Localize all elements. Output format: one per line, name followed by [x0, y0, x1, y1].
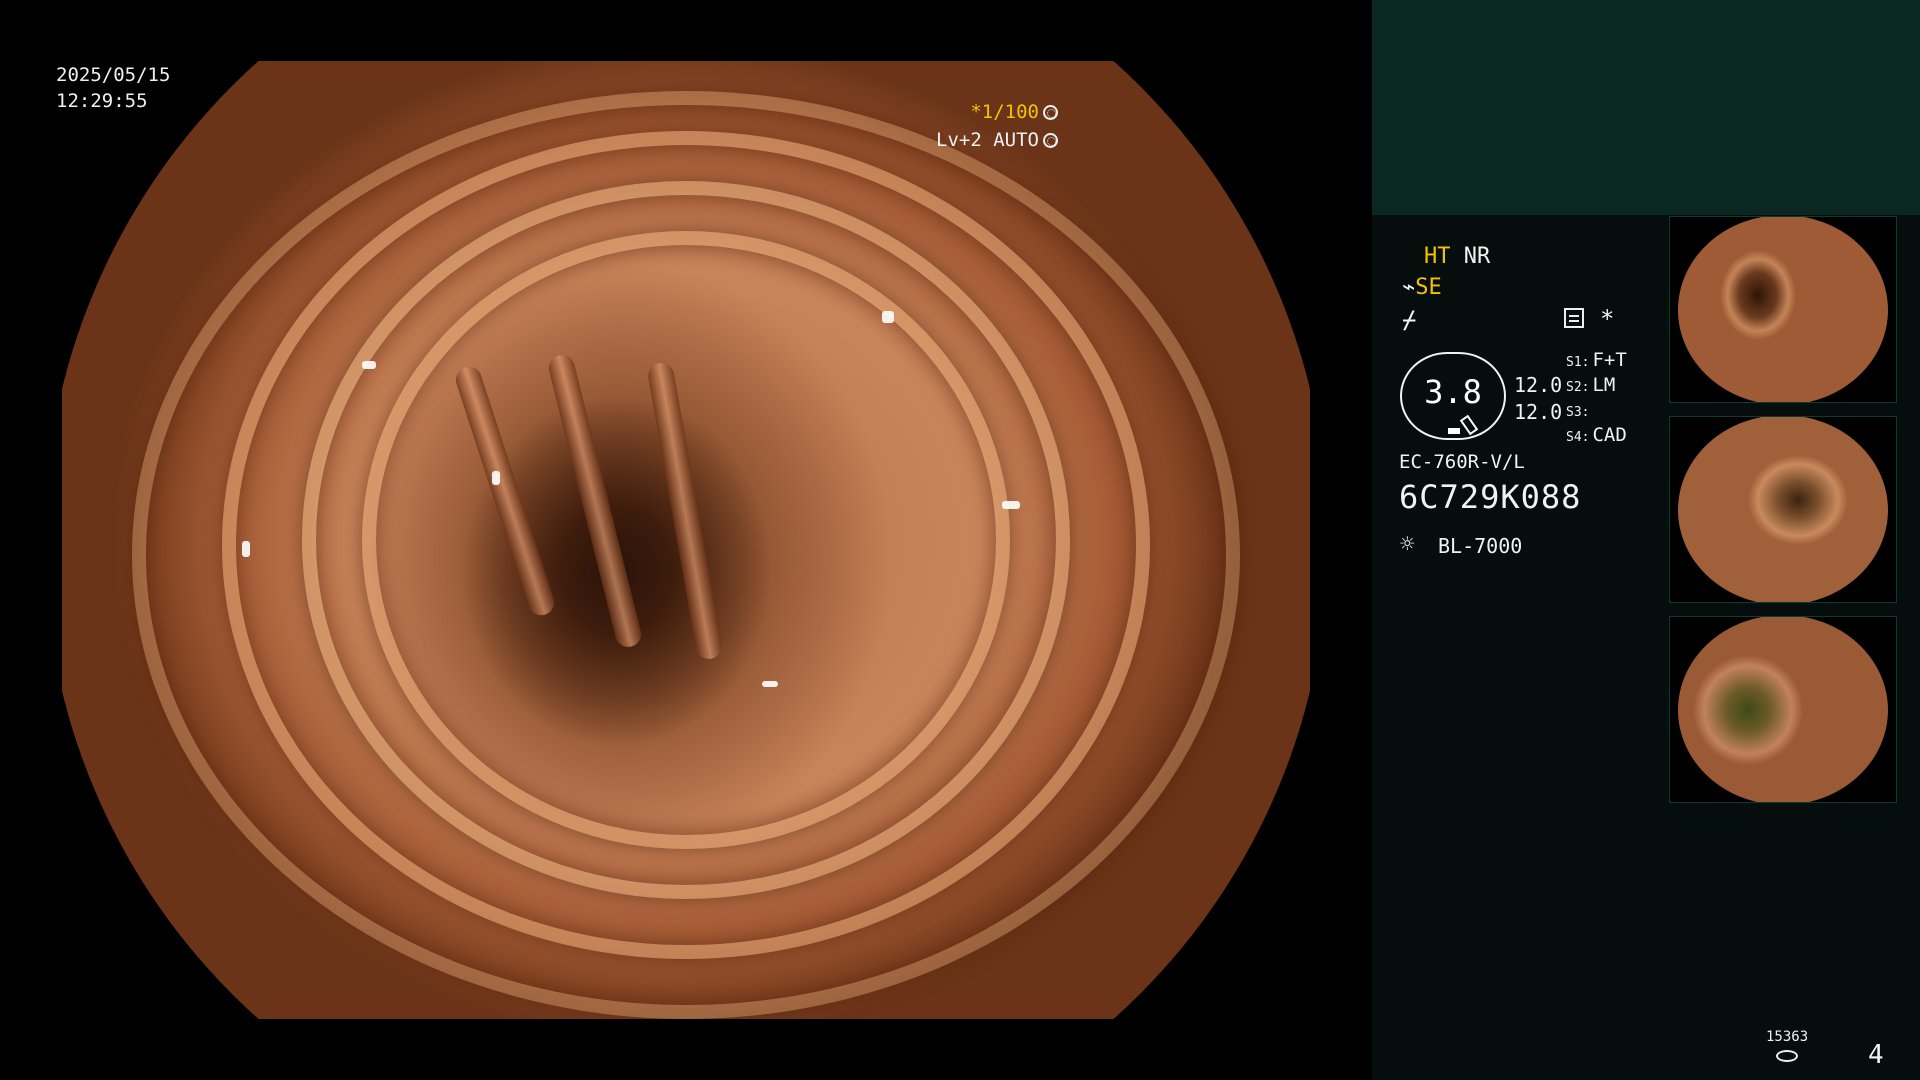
view-mask-top: [0, 0, 1372, 61]
thumbnail-image: [1678, 617, 1888, 802]
auto-iris-icon: [1043, 133, 1058, 148]
enhancement-icon: ⌁: [1402, 275, 1416, 300]
dial-bar: [1448, 428, 1460, 434]
specular-highlight: [882, 311, 894, 323]
switch-value: CAD: [1592, 424, 1627, 446]
switch-4: S4: CAD: [1566, 423, 1627, 450]
specular-highlight: [492, 471, 500, 485]
specular-highlight: [362, 361, 376, 369]
switch-value: LM: [1592, 374, 1616, 396]
mode-nr: NR: [1463, 244, 1491, 269]
status-panel: HT NR ⌁SE ⌿ * 3.8 12.0 12.0 S1: F+T S2: LM…: [1372, 0, 1920, 1080]
endoscopic-image: [62, 61, 1310, 1019]
asterisk-icon: *: [1600, 305, 1615, 333]
switch-key: S2:: [1566, 380, 1590, 395]
switch-key: S1:: [1566, 355, 1590, 370]
time-text: 12:29:55: [56, 90, 148, 112]
mode-se-row: ⌁SE: [1402, 273, 1442, 303]
light-source-name: BL-7000: [1438, 534, 1523, 558]
fov-value-1: 12.0: [1514, 373, 1563, 397]
view-mask-bottom: [0, 1019, 1372, 1080]
scope-serial: 6C729K088: [1399, 478, 1582, 516]
panel-header-area: [1372, 0, 1920, 215]
mode-se: SE: [1415, 275, 1442, 300]
switch-3: S3:: [1566, 398, 1592, 425]
brightness-level: Lv+2 AUTO: [936, 129, 1039, 151]
thumbnail-image: [1678, 417, 1888, 602]
date-time-stamp: 2025/05/15 12:29:55: [56, 62, 170, 114]
capture-thumbnail[interactable]: [1669, 416, 1897, 603]
zoom-dial: 3.8: [1400, 352, 1506, 440]
capture-counter: 15363: [1766, 1029, 1809, 1045]
specular-highlight: [762, 681, 778, 687]
structure-enhancement-icon: [1564, 308, 1584, 328]
image-mode-row: HT NR: [1424, 242, 1490, 272]
exposure-settings: *1/100 Lv+2 AUTO: [936, 98, 1058, 154]
date-text: 2025/05/15: [56, 64, 171, 86]
capture-thumbnail[interactable]: [1669, 216, 1897, 403]
switch-1: S1: F+T: [1566, 348, 1627, 375]
switch-value: F+T: [1592, 349, 1627, 371]
storage-disk-icon: [1776, 1050, 1798, 1062]
switch-key: S4:: [1566, 430, 1590, 445]
aperture-icon: [1043, 105, 1058, 120]
thumbnail-image: [1678, 217, 1888, 402]
specular-highlight: [1002, 501, 1020, 509]
switch-2: S2: LM: [1566, 373, 1615, 400]
shutter-speed: *1/100: [970, 101, 1039, 123]
dial-needle-icon: [1459, 414, 1479, 436]
specular-highlight: [242, 541, 250, 557]
scope-model: EC-760R-V/L: [1399, 451, 1525, 473]
mode-ht: HT: [1424, 244, 1451, 269]
capture-thumbnail[interactable]: [1669, 616, 1897, 803]
dial-value: 3.8: [1424, 373, 1482, 411]
endoscope-live-view: 2025/05/15 12:29:55 *1/100 Lv+2 AUTO: [0, 0, 1372, 1080]
light-source-icon: ☼: [1400, 530, 1415, 558]
page-number: 4: [1868, 1040, 1884, 1070]
fov-value-2: 12.0: [1514, 400, 1563, 424]
lightning-icon: ⌿: [1402, 306, 1417, 334]
switch-key: S3:: [1566, 405, 1590, 420]
